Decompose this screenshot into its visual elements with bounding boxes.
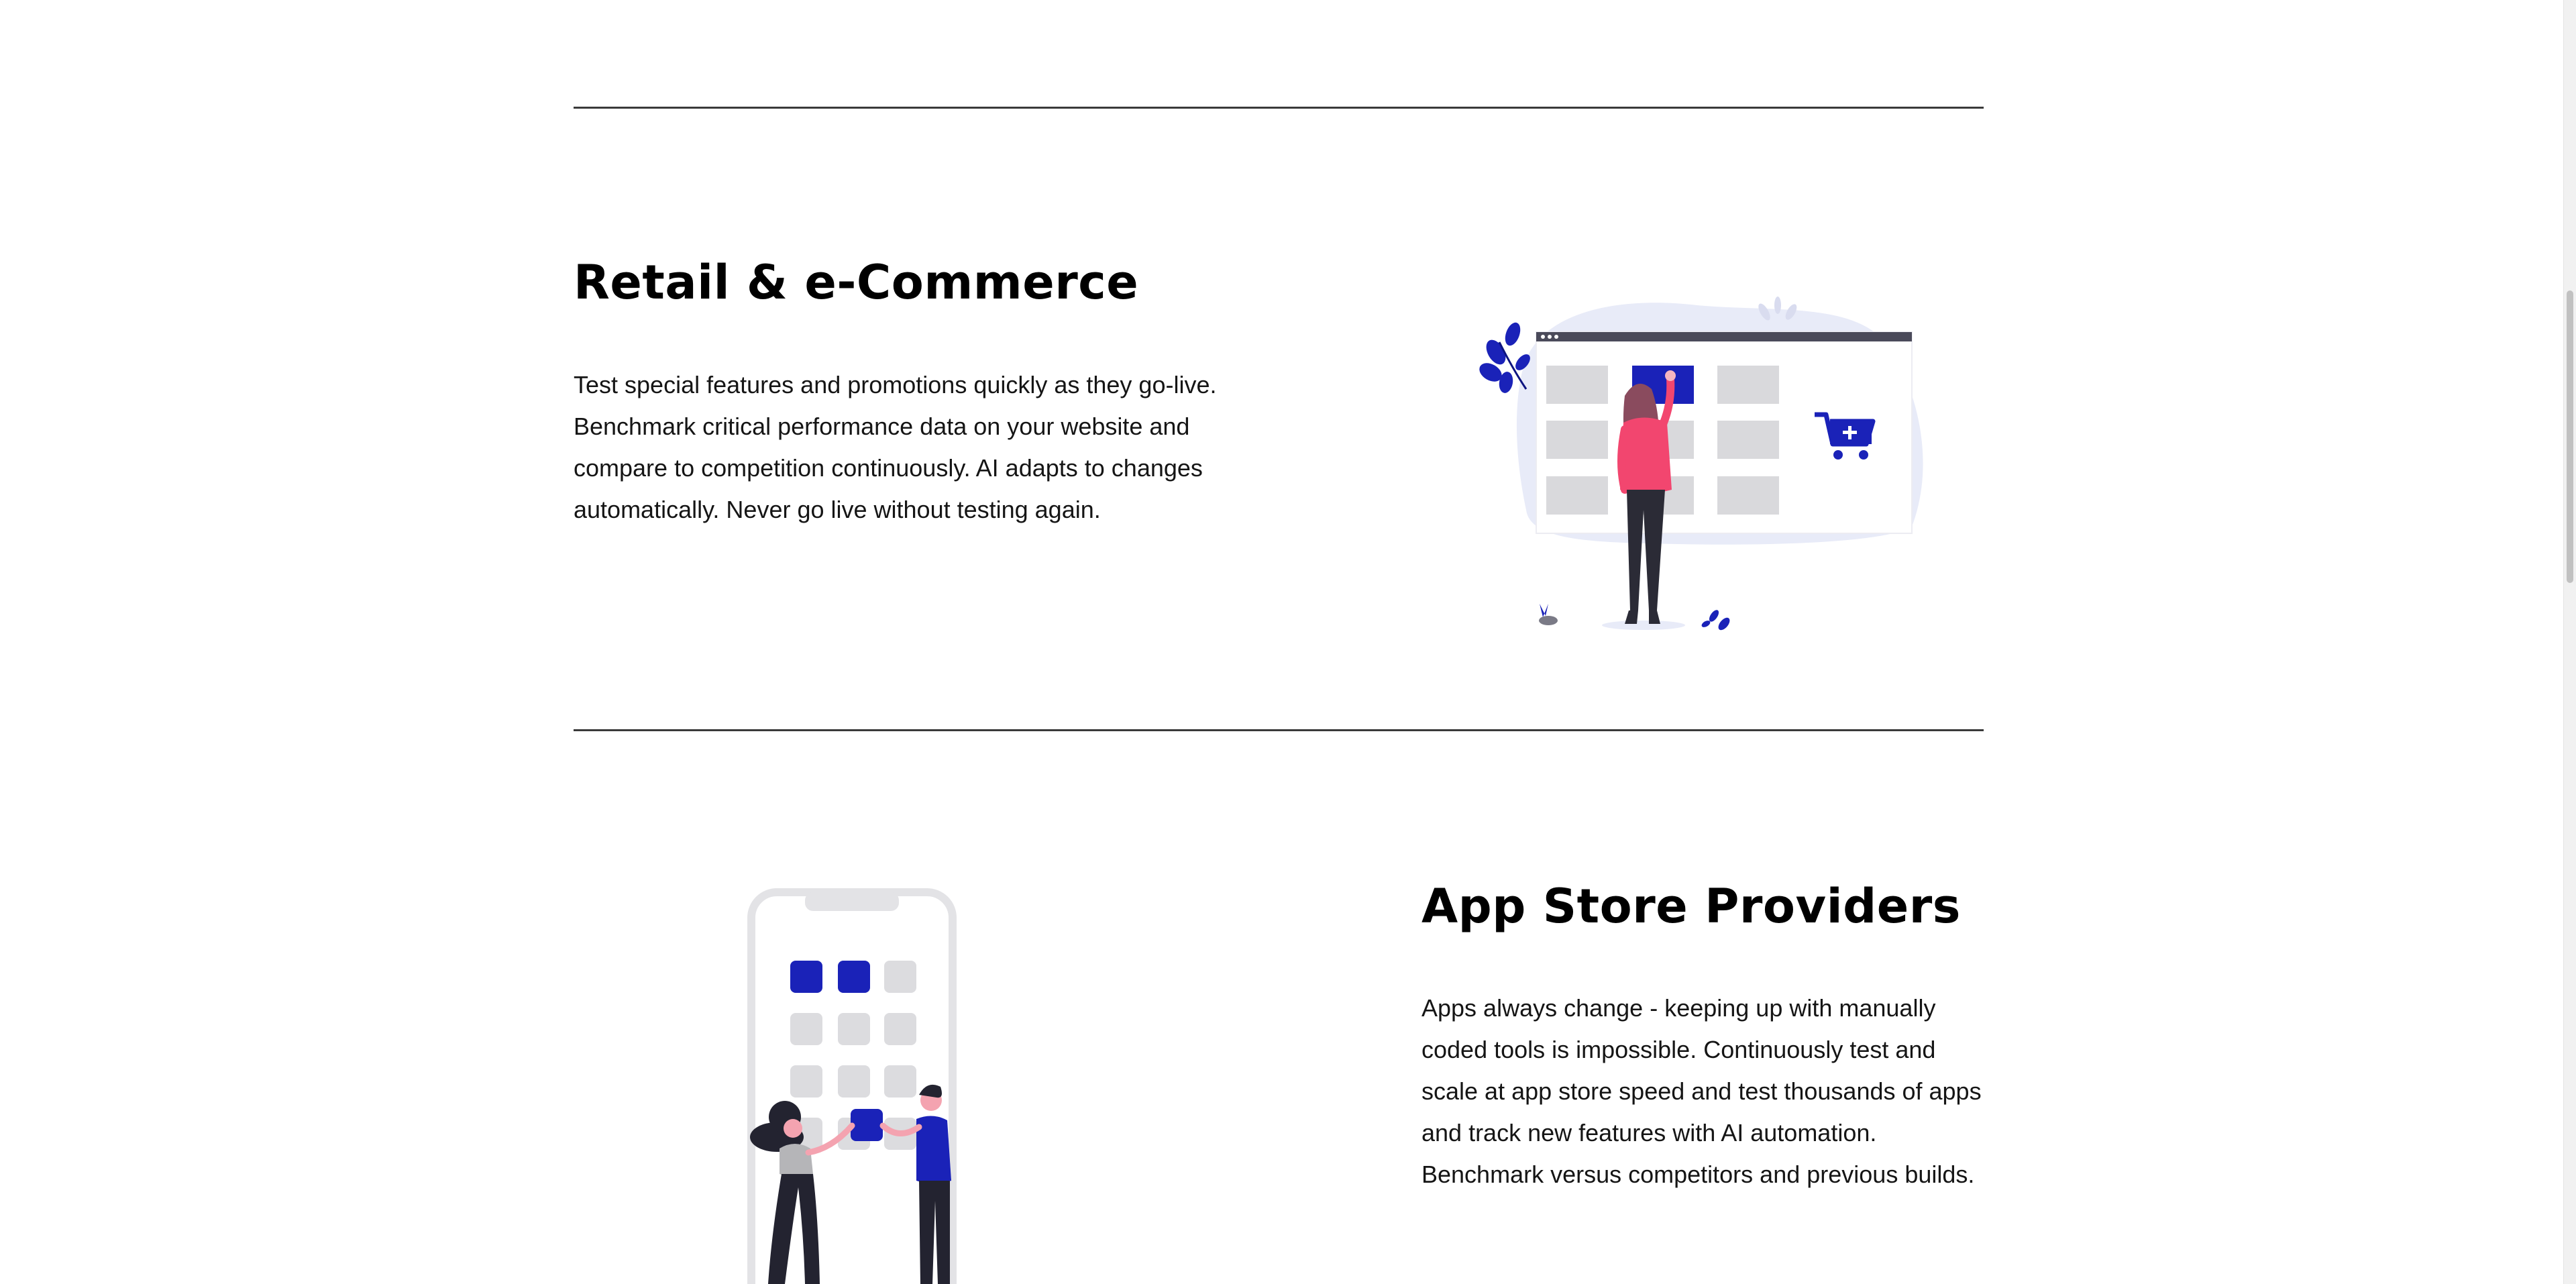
- app-tile-icon: [851, 1109, 883, 1141]
- page: Retail & e-Commerce Test special feature…: [0, 0, 2564, 1284]
- app-store-description-line: coded tools is impossible. Continuously …: [1421, 1036, 1936, 1063]
- app-store-description: Apps always change - keeping up with man…: [1421, 987, 1982, 1195]
- retail-description: Test special features and promotions qui…: [574, 364, 1216, 531]
- retail-title: Retail & e-Commerce: [574, 255, 1139, 310]
- retail-description-line: Test special features and promotions qui…: [574, 371, 1217, 398]
- section-divider-top: [574, 107, 1984, 109]
- app-store-title: App Store Providers: [1421, 879, 1961, 934]
- vertical-scrollbar[interactable]: [2563, 0, 2576, 1284]
- retail-description-line: automatically. Never go live without tes…: [574, 496, 1101, 523]
- section-divider-middle: [574, 729, 1984, 731]
- retail-description-line: compare to competition continuously. AI …: [574, 454, 1203, 482]
- app-store-description-line: Apps always change - keeping up with man…: [1421, 994, 1936, 1022]
- scrollbar-thumb[interactable]: [2567, 290, 2573, 583]
- app-store-illustration: [747, 888, 957, 1284]
- retail-description-line: Benchmark critical performance data on y…: [574, 413, 1190, 440]
- retail-illustration: [1479, 297, 1923, 631]
- app-store-description-line: scale at app store speed and test thousa…: [1421, 1077, 1982, 1105]
- app-store-description-line: Benchmark versus competitors and previou…: [1421, 1161, 1975, 1188]
- app-store-description-line: and track new features with AI automatio…: [1421, 1119, 1877, 1146]
